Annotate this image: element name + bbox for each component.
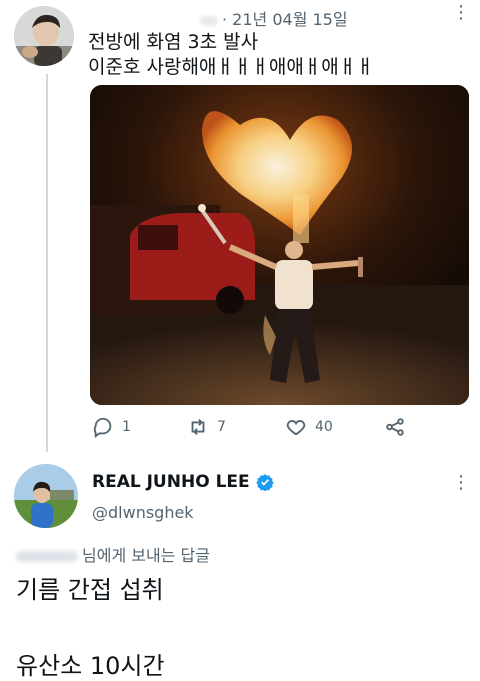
share-action[interactable] — [384, 416, 414, 438]
tweet-date: 21년 04월 15일 — [232, 10, 348, 29]
reply-count: 1 — [122, 419, 131, 435]
thread-connector-line — [46, 74, 48, 452]
tweet-media-image[interactable] — [90, 85, 469, 405]
tweet-text: 전방에 화염 3초 발사 이준호 사랑해애ㅐㅐㅐ애애ㅐ애ㅐㅐ — [88, 30, 374, 80]
like-count: 40 — [315, 419, 333, 435]
reply-display-name[interactable]: REAL JUNHO LEE — [92, 472, 274, 492]
reply-icon — [93, 417, 112, 438]
like-action[interactable]: 40 — [285, 416, 333, 438]
share-icon — [386, 418, 404, 436]
reply-text-line-2: 유산소 10시간 — [16, 652, 165, 680]
retweet-action[interactable]: 7 — [187, 416, 226, 438]
replying-to-label: 님에게 보내는 답글 — [16, 542, 210, 566]
tweet-text-line-1: 전방에 화염 3초 발사 — [88, 31, 259, 53]
blurred-mention — [16, 551, 78, 562]
more-options-icon[interactable]: ⋮ — [452, 4, 470, 22]
retweet-count: 7 — [217, 419, 226, 435]
reply-more-options-icon[interactable]: ⋮ — [452, 474, 470, 492]
tweet-text-line-2: 이준호 사랑해애ㅐㅐㅐ애애ㅐ애ㅐㅐ — [88, 56, 374, 78]
display-name-text: REAL JUNHO LEE — [92, 472, 250, 492]
retweet-icon — [191, 419, 205, 435]
reply-action[interactable]: 1 — [92, 416, 131, 438]
replying-to-text: 님에게 보내는 답글 — [82, 546, 210, 565]
tweet-timestamp[interactable]: · 21년 04월 15일 — [200, 6, 348, 30]
verified-badge-icon — [255, 474, 274, 491]
reply-text-line-1: 기름 간접 섭취 — [16, 576, 164, 604]
reply-author-avatar[interactable] — [14, 464, 78, 528]
heart-icon — [286, 420, 306, 436]
reply-handle[interactable]: @dlwnsghek — [92, 503, 194, 522]
blurred-username — [200, 15, 218, 26]
tweet-actions: 1 7 40 — [90, 416, 420, 440]
author-avatar[interactable] — [14, 6, 74, 66]
